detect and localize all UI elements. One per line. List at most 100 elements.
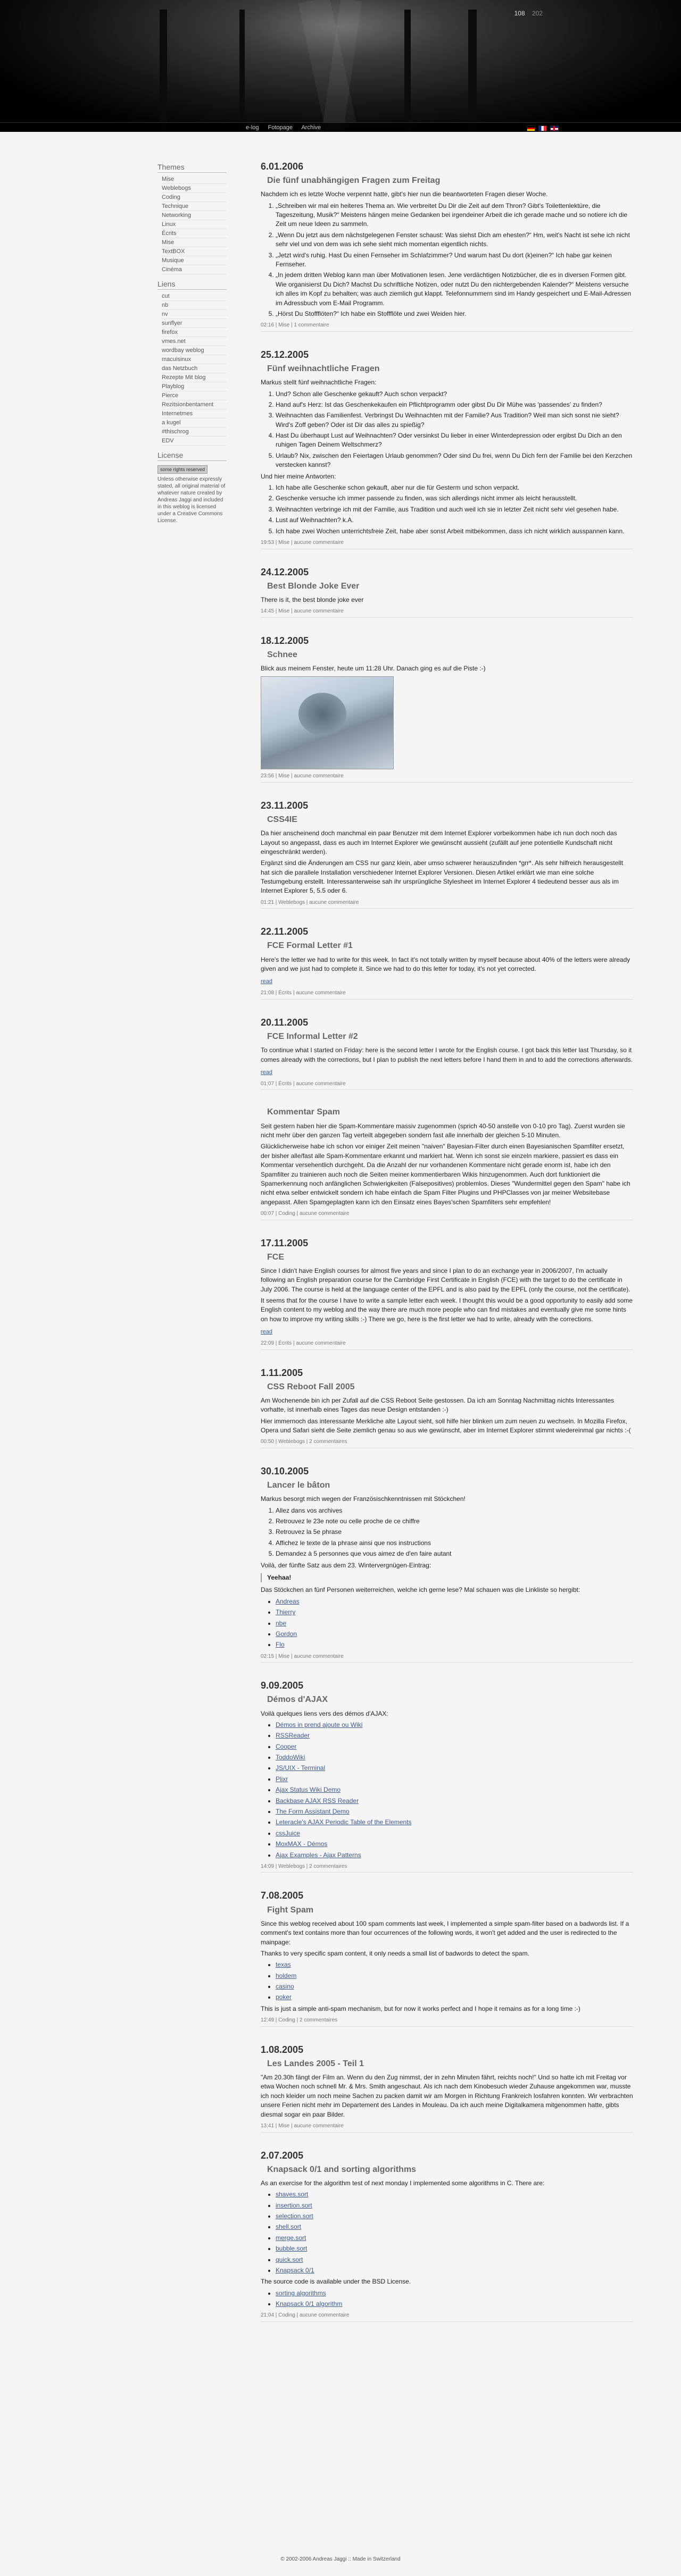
flag-de-icon[interactable]: [527, 125, 535, 131]
post-title[interactable]: CSS Reboot Fall 2005: [267, 1381, 633, 1393]
sidebar-link[interactable]: Technique: [162, 203, 188, 209]
link-list-link[interactable]: Flo: [276, 1641, 285, 1648]
sidebar-link[interactable]: Pierce: [162, 392, 178, 399]
sidebar-link[interactable]: a kugel: [162, 419, 180, 426]
sidebar-link[interactable]: Playblog: [162, 383, 184, 390]
post: 9.09.2005 Démos d'AJAX Voilà quelques lien…: [261, 1679, 633, 1873]
sidebar-link[interactable]: Coding: [162, 194, 180, 200]
link-list-link[interactable]: Knapsack 0/1: [276, 2267, 314, 2274]
sidebar-item: Musique: [162, 256, 227, 265]
link-list-link[interactable]: Ajax Examples - Ajax Patterns: [276, 1851, 361, 1859]
link-list-link[interactable]: insertion.sort: [276, 2202, 312, 2209]
cc-badge[interactable]: some rights reserved: [157, 465, 208, 474]
sidebar-link[interactable]: macuisinux: [162, 356, 191, 363]
link-list-link[interactable]: ToddoWiki: [276, 1753, 305, 1761]
post-title[interactable]: Fünf weihnachtliche Fragen: [267, 363, 633, 375]
post-intro: Here's the letter we had to write for th…: [261, 955, 630, 973]
answers-list: Ich habe alle Geschenke schon gekauft, a…: [276, 483, 633, 536]
post-title[interactable]: FCE: [267, 1251, 633, 1263]
post-title[interactable]: Die fünf unabhängigen Fragen zum Freitag: [267, 174, 633, 187]
sidebar-link[interactable]: sunflyer: [162, 320, 182, 326]
post-title[interactable]: Les Landes 2005 - Teil 1: [267, 2058, 633, 2070]
nav-fotopage[interactable]: Fotopage: [268, 124, 293, 131]
post-title[interactable]: Fight Spam: [267, 1904, 633, 1916]
link-list-link[interactable]: texas: [276, 1961, 291, 1968]
link-list-link[interactable]: Gordon: [276, 1630, 297, 1638]
sidebar-link[interactable]: Rezepte Mit blog: [162, 374, 206, 381]
link-list-link[interactable]: poker: [276, 1993, 292, 2001]
link-list-link[interactable]: nbe: [276, 1620, 286, 1627]
sidebar-link[interactable]: cut: [162, 293, 170, 299]
sidebar-link[interactable]: wordbay weblog: [162, 347, 204, 354]
sidebar-link[interactable]: Écrits: [162, 230, 177, 237]
link-list-link[interactable]: shaves.sort: [276, 2191, 308, 2198]
sidebar-link[interactable]: Mise: [162, 239, 174, 246]
themes-list: Mise Weblebogs Coding Technique Networking Li…: [162, 175, 227, 274]
post-title[interactable]: Kommentar Spam: [267, 1106, 633, 1118]
sidebar-link[interactable]: nb: [162, 302, 168, 308]
link-list-item: MoxMAX - Démos: [276, 1840, 633, 1849]
download-link[interactable]: sorting algorithms: [276, 2289, 326, 2297]
sidebar-link[interactable]: das Netzbuch: [162, 365, 197, 372]
sidebar-link[interactable]: Linux: [162, 221, 176, 228]
link-list-link[interactable]: RSSReader: [276, 1732, 310, 1739]
sidebar-link[interactable]: EDV: [162, 438, 174, 444]
sidebar-link[interactable]: Musique: [162, 257, 184, 264]
post-title[interactable]: Schnee: [267, 649, 633, 661]
sidebar-item: cut: [162, 292, 227, 301]
post-title[interactable]: CSS4IE: [267, 813, 633, 826]
link-list-link[interactable]: MoxMAX - Démos: [276, 1840, 327, 1848]
link-list-link[interactable]: merge.sort: [276, 2234, 306, 2242]
links-list: cut nb nv sunflyer firefox vmes.net wordbay we…: [162, 292, 227, 446]
link-list-link[interactable]: Leteracle's AJAX Periodic Table of the E…: [276, 1818, 412, 1826]
snow-photo[interactable]: [261, 676, 394, 770]
sidebar-link[interactable]: Cinéma: [162, 266, 182, 273]
link-list-link[interactable]: holdem: [276, 1972, 296, 1979]
sidebar-link[interactable]: Networking: [162, 212, 191, 219]
link-list-item: Gordon: [276, 1630, 633, 1639]
post-title[interactable]: FCE Formal Letter #1: [267, 939, 633, 952]
sidebar-item: sunflyer: [162, 319, 227, 328]
link-list-link[interactable]: quick.sort: [276, 2256, 303, 2263]
link-list-link[interactable]: Backbase AJAX RSS Reader: [276, 1797, 359, 1805]
sidebar-item: Networking: [162, 211, 227, 220]
sidebar-link[interactable]: Internetmes: [162, 410, 193, 417]
main-content: 6.01.2006 Die fünf unabhängigen Fragen zu…: [261, 160, 633, 2338]
sidebar-link[interactable]: #thischrog: [162, 429, 189, 435]
nav-elog[interactable]: e-log: [246, 124, 259, 131]
link-list-link[interactable]: Cooper: [276, 1743, 296, 1750]
link-list-link[interactable]: Thierry: [276, 1608, 295, 1616]
link-list-link[interactable]: cssJuice: [276, 1830, 300, 1837]
sidebar-link[interactable]: Rezitsionbentament: [162, 401, 213, 408]
sidebar-link[interactable]: vmes.net: [162, 338, 186, 345]
post-list-item: Urlaub? Nix, zwischen den Feiertagen Url…: [276, 451, 633, 470]
sidebar-link[interactable]: nv: [162, 311, 168, 317]
link-list-link[interactable]: casino: [276, 1983, 294, 1990]
post-title[interactable]: Démos d'AJAX: [267, 1693, 633, 1706]
sidebar-link[interactable]: firefox: [162, 329, 178, 335]
link-list-link[interactable]: Plixr: [276, 1775, 288, 1783]
post-title[interactable]: Lancer le bâton: [267, 1479, 633, 1491]
read-more-link[interactable]: read: [261, 1069, 272, 1076]
link-list-link[interactable]: Andreas: [276, 1598, 300, 1605]
flag-gb-icon[interactable]: [550, 125, 559, 131]
post-title[interactable]: FCE Informal Letter #2: [267, 1030, 633, 1043]
link-list-link[interactable]: bubble.sort: [276, 2245, 307, 2252]
read-more-link[interactable]: read: [261, 978, 272, 985]
post-title[interactable]: Best Blonde Joke Ever: [267, 580, 633, 592]
link-list-link[interactable]: selection.sort: [276, 2212, 313, 2220]
nav-archive[interactable]: Archive: [301, 124, 321, 131]
post-title[interactable]: Knapsack 0/1 and sorting algorithms: [267, 2163, 633, 2176]
link-list-link[interactable]: The Form Assistant Demo: [276, 1808, 350, 1815]
link-list-link[interactable]: Ajax Status Wiki Demo: [276, 1786, 340, 1793]
download-link[interactable]: Knapsack 0/1 algorithm: [276, 2300, 342, 2308]
sidebar-link[interactable]: TextBOX: [162, 248, 185, 255]
sidebar-link[interactable]: Mise: [162, 176, 174, 182]
link-list-link[interactable]: Démos in prend ajoute ou Wiki: [276, 1721, 362, 1728]
link-list-link[interactable]: JS/UIX - Terminal: [276, 1764, 325, 1772]
sidebar-link[interactable]: Weblebogs: [162, 185, 191, 191]
link-list-link[interactable]: shell.sort: [276, 2223, 301, 2230]
post-intro: Nachdem ich es letzte Woche verpennt hat…: [261, 190, 548, 198]
read-more-link[interactable]: read: [261, 1329, 272, 1335]
flag-fr-icon[interactable]: [538, 125, 547, 131]
